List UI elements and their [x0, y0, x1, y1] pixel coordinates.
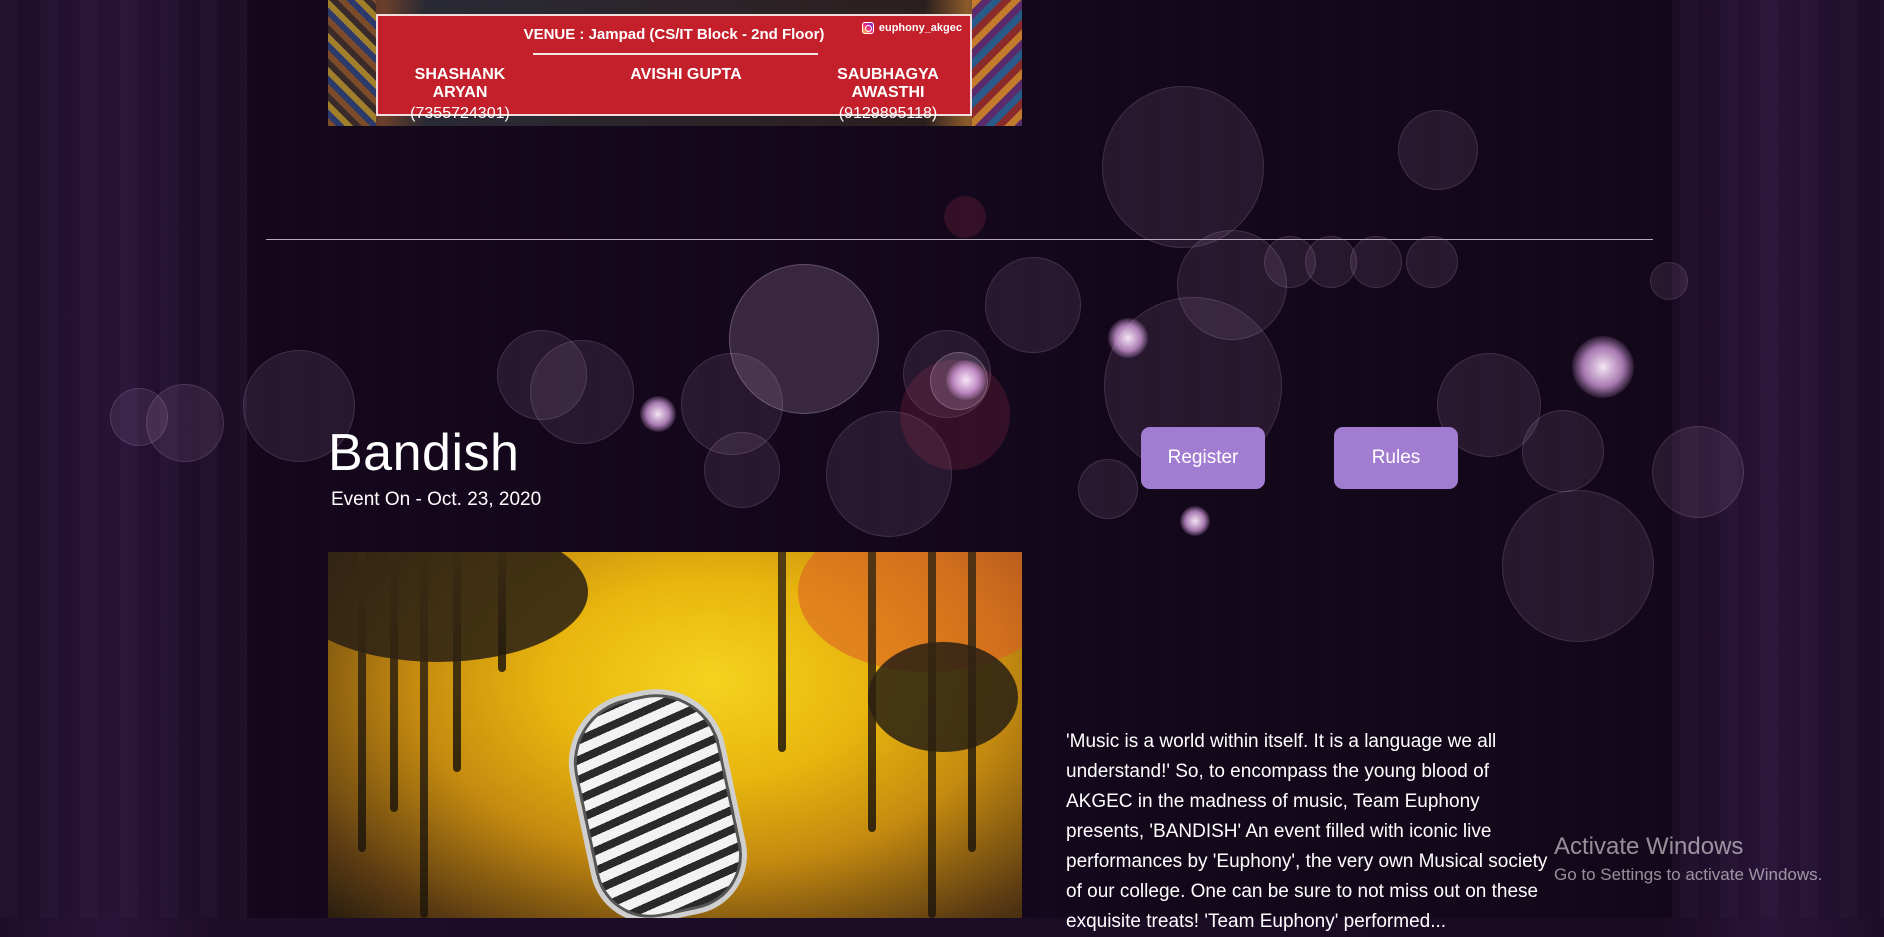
instagram-icon: [861, 22, 874, 34]
poster-instagram: euphony_akgec: [861, 22, 962, 34]
poster-drip: [968, 552, 976, 852]
poster-venue-underline: [533, 53, 818, 55]
poster-drip: [868, 552, 876, 832]
activate-windows-watermark: Activate Windows Go to Settings to activ…: [1554, 833, 1822, 885]
poster-drip: [390, 552, 398, 812]
poster-drip: [778, 552, 786, 752]
coordinator-name: AVISHI GUPTA: [630, 66, 742, 83]
previous-event-poster: VENUE : Jampad (CS/IT Block - 2nd Floor)…: [328, 0, 1022, 126]
coordinator-phone: (9129895118): [838, 105, 938, 122]
event-date: Event On - Oct. 23, 2020: [331, 489, 542, 510]
poster-drip: [498, 552, 506, 672]
poster-drip: [358, 552, 366, 852]
poster-drip: [928, 552, 936, 918]
poster-coordinator: SHASHANK ARYAN (7355724301): [390, 66, 530, 123]
section-divider: [266, 239, 1653, 240]
poster-banner: VENUE : Jampad (CS/IT Block - 2nd Floor)…: [376, 14, 972, 122]
poster-coordinator: AVISHI GUPTA: [626, 66, 746, 87]
poster-stain: [868, 642, 1018, 752]
microphone-illustration: [555, 676, 759, 918]
poster-collage-right: [972, 0, 1022, 126]
poster-drip: [420, 552, 428, 918]
watermark-subtitle: Go to Settings to activate Windows.: [1554, 865, 1823, 884]
coordinator-phone: (7355724301): [410, 105, 510, 122]
coordinator-name: SAUBHAGYA AWASTHI: [837, 66, 939, 101]
poster-coordinator: SAUBHAGYA AWASTHI (9129895118): [806, 66, 970, 123]
event-title: Bandish: [328, 424, 520, 482]
poster-collage-left: [328, 0, 376, 126]
event-description: 'Music is a world within itself. It is a…: [1066, 731, 1548, 932]
rules-button[interactable]: Rules: [1334, 427, 1458, 489]
poster-instagram-handle: euphony_akgec: [878, 22, 962, 34]
poster-drip: [453, 552, 461, 772]
watermark-title: Activate Windows: [1554, 833, 1744, 860]
event-poster: [328, 552, 1022, 918]
coordinator-name: SHASHANK ARYAN: [414, 66, 506, 101]
register-button[interactable]: Register: [1141, 427, 1265, 489]
